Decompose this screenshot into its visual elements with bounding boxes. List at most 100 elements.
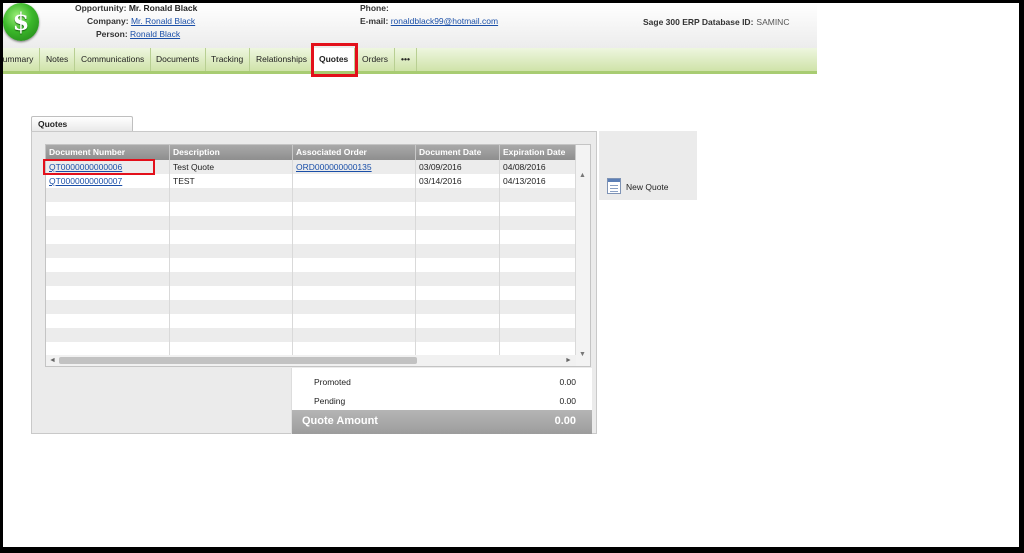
scroll-right-arrow-icon[interactable]: ► <box>565 355 572 366</box>
table-row <box>46 202 576 216</box>
tab-tracking[interactable]: Tracking <box>205 48 251 71</box>
promoted-label: Promoted <box>314 377 351 387</box>
tab-relationships[interactable]: Relationships <box>250 48 315 71</box>
email-label: E-mail: <box>360 16 389 26</box>
table-row <box>46 328 576 342</box>
description-cell: TEST <box>170 174 293 188</box>
horizontal-scroll-thumb[interactable] <box>59 357 417 364</box>
company-link[interactable]: Mr. Ronald Black <box>131 16 195 26</box>
opportunity-row: Opportunity: Mr. Ronald Black <box>75 3 197 13</box>
table-row <box>46 314 576 328</box>
new-document-icon <box>607 178 621 194</box>
table-row <box>46 216 576 230</box>
pending-label: Pending <box>314 396 346 406</box>
scroll-down-arrow-icon[interactable]: ▼ <box>579 351 586 358</box>
associated-order-cell: ORD000000000135 <box>293 160 416 174</box>
table-row <box>46 272 576 286</box>
pending-value: 0.00 <box>559 396 576 406</box>
empty-cell <box>293 258 416 272</box>
empty-cell <box>416 202 500 216</box>
column-description[interactable]: Description <box>170 145 293 160</box>
empty-cell <box>500 188 576 202</box>
associated-order-link[interactable]: ORD000000000135 <box>296 162 372 172</box>
tab-more[interactable]: ••• <box>395 48 417 71</box>
empty-cell <box>46 202 170 216</box>
empty-cell <box>500 314 576 328</box>
scroll-left-arrow-icon[interactable]: ◄ <box>49 355 56 366</box>
empty-cell <box>46 230 170 244</box>
opportunity-value: Mr. Ronald Black <box>128 3 198 13</box>
company-label: Company: <box>87 16 129 26</box>
opportunity-header: $ Opportunity: Mr. Ronald Black Company:… <box>3 3 817 48</box>
empty-cell <box>46 342 170 356</box>
tab-documents[interactable]: Documents <box>150 48 206 71</box>
empty-cell <box>170 328 293 342</box>
empty-cell <box>500 342 576 356</box>
empty-cell <box>293 314 416 328</box>
document-date-cell: 03/09/2016 <box>416 160 500 174</box>
person-label: Person: <box>96 29 128 39</box>
empty-cell <box>293 342 416 356</box>
empty-cell <box>46 272 170 286</box>
empty-cell <box>416 328 500 342</box>
actions-panel: New Quote <box>599 131 697 200</box>
empty-cell <box>170 258 293 272</box>
empty-cell <box>170 342 293 356</box>
document-number-cell: QT0000000000007 <box>46 174 170 188</box>
empty-cell <box>46 244 170 258</box>
horizontal-scrollbar[interactable]: ◄ ► <box>46 355 576 366</box>
empty-cell <box>293 286 416 300</box>
empty-cell <box>170 286 293 300</box>
person-link[interactable]: Ronald Black <box>130 29 180 39</box>
erp-label: Sage 300 ERP Database ID: <box>643 17 754 27</box>
email-link[interactable]: ronaldblack99@hotmail.com <box>391 16 498 26</box>
tab-notes[interactable]: Notes <box>40 48 76 71</box>
table-row <box>46 286 576 300</box>
company-row: Company: Mr. Ronald Black <box>87 16 195 26</box>
column-associated-order[interactable]: Associated Order <box>293 145 416 160</box>
empty-cell <box>170 300 293 314</box>
erp-value: SAMINC <box>756 17 790 27</box>
empty-cell <box>46 216 170 230</box>
quote-amount-row: Quote Amount 0.00 <box>292 410 592 434</box>
expiration-date-cell: 04/13/2016 <box>500 174 576 188</box>
expiration-date-cell: 04/08/2016 <box>500 160 576 174</box>
person-row: Person: Ronald Black <box>96 29 180 39</box>
empty-cell <box>416 314 500 328</box>
tab-bar: Summary Notes Communications Documents T… <box>3 48 817 74</box>
empty-cell <box>416 342 500 356</box>
table-row <box>46 258 576 272</box>
document-number-link[interactable]: QT0000000000007 <box>49 176 122 186</box>
document-date-cell: 03/14/2016 <box>416 174 500 188</box>
vertical-scrollbar[interactable]: ▲ ▼ <box>576 145 590 366</box>
promoted-row: Promoted 0.00 <box>292 372 592 391</box>
table-row <box>46 342 576 356</box>
column-document-date[interactable]: Document Date <box>416 145 500 160</box>
empty-cell <box>416 258 500 272</box>
tab-communications[interactable]: Communications <box>75 48 152 71</box>
scroll-up-arrow-icon[interactable]: ▲ <box>579 172 586 179</box>
column-expiration-date[interactable]: Expiration Date <box>500 145 576 160</box>
quote-summary: Promoted 0.00 Pending 0.00 Quote Amount … <box>291 368 592 434</box>
empty-cell <box>500 216 576 230</box>
empty-cell <box>170 230 293 244</box>
empty-cell <box>500 328 576 342</box>
column-document-number[interactable]: Document Number <box>46 145 170 160</box>
empty-cell <box>170 216 293 230</box>
empty-cell <box>170 244 293 258</box>
description-cell: Test Quote <box>170 160 293 174</box>
empty-cell <box>46 300 170 314</box>
tab-orders[interactable]: Orders <box>356 48 395 71</box>
empty-cell <box>46 286 170 300</box>
grid-header: Document Number Description Associated O… <box>46 145 576 160</box>
tab-summary[interactable]: Summary <box>3 48 41 71</box>
empty-cell <box>170 188 293 202</box>
table-row <box>46 244 576 258</box>
quotes-grid: Document Number Description Associated O… <box>45 144 591 367</box>
empty-cell <box>46 258 170 272</box>
quotes-panel-tab[interactable]: Quotes <box>31 116 133 131</box>
empty-cell <box>293 216 416 230</box>
table-row[interactable]: QT0000000000007 TEST 03/14/2016 04/13/20… <box>46 174 576 188</box>
quotes-tab-highlight <box>311 43 358 77</box>
empty-cell <box>293 328 416 342</box>
